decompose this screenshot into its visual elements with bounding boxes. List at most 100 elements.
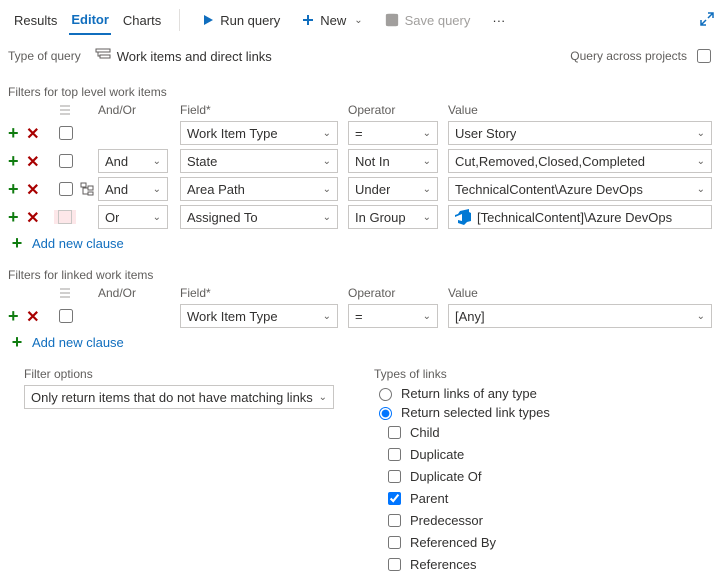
expand-button[interactable] — [700, 12, 714, 29]
field-select[interactable]: Work Item Type ⌄ — [180, 121, 338, 145]
tab-charts[interactable]: Charts — [121, 7, 163, 34]
link-type-checkbox[interactable] — [388, 558, 401, 571]
azure-devops-icon — [455, 209, 471, 225]
group-checkbox[interactable] — [54, 123, 76, 143]
link-type-label: Predecessor — [410, 513, 483, 528]
operator-select[interactable]: = ⌄ — [348, 121, 438, 145]
chevron-down-icon: ⌄ — [423, 212, 431, 223]
field-select[interactable]: Area Path ⌄ — [180, 177, 338, 201]
link-type-checkbox[interactable] — [388, 448, 401, 461]
more-actions-button[interactable]: ··· — [486, 9, 511, 32]
clause-row: + ✕ Or ⌄ Assigned To ⌄ In Group ⌄ [Techn… — [0, 203, 726, 231]
operator-select[interactable]: Not In ⌄ — [348, 149, 438, 173]
link-type-checkbox[interactable] — [388, 536, 401, 549]
add-clause-label: Add new clause — [32, 335, 124, 350]
group-icon — [54, 288, 76, 298]
chevron-down-icon: ⌄ — [697, 311, 705, 322]
new-button[interactable]: New ⌄ — [296, 9, 368, 32]
andor-select[interactable]: And ⌄ — [98, 149, 168, 173]
save-icon — [385, 13, 399, 27]
clause-row: + ✕ And ⌄ State ⌄ Not In ⌄ Cut,Removed,C… — [0, 147, 726, 175]
group-checkbox[interactable] — [54, 179, 76, 199]
clause-row: + ✕ Work Item Type ⌄ = ⌄ [Any] ⌄ — [0, 302, 726, 330]
add-clause-icon[interactable]: + — [8, 123, 19, 143]
run-query-button[interactable]: Run query — [196, 9, 286, 32]
add-clause-linked[interactable]: + Add new clause — [0, 330, 124, 359]
andor-select[interactable]: And ⌄ — [98, 177, 168, 201]
chevron-down-icon: ⌄ — [153, 156, 161, 167]
linked-filters-caption: Filters for linked work items — [0, 260, 726, 284]
remove-clause-icon[interactable]: ✕ — [26, 182, 39, 199]
remove-clause-icon[interactable]: ✕ — [26, 154, 39, 171]
group-checkbox[interactable] — [54, 210, 76, 224]
tab-editor[interactable]: Editor — [69, 6, 111, 35]
field-select[interactable]: State ⌄ — [180, 149, 338, 173]
plus-icon — [302, 14, 314, 26]
link-type-checkbox[interactable] — [388, 426, 401, 439]
clause-row: + ✕ And ⌄ Area Path ⌄ Under ⌄ TechnicalC… — [0, 175, 726, 203]
radio-any-type[interactable] — [379, 388, 392, 401]
filter-options-select[interactable]: Only return items that do not have match… — [24, 385, 334, 409]
bottom-options: Filter options Only return items that do… — [0, 359, 726, 585]
link-type-label: Child — [410, 425, 440, 440]
chevron-down-icon: ⌄ — [423, 184, 431, 195]
link-type-label: Duplicate Of — [410, 469, 482, 484]
tab-results[interactable]: Results — [12, 7, 59, 34]
link-type-checkbox[interactable] — [388, 492, 401, 505]
link-type-label: Referenced By — [410, 535, 496, 550]
value-select[interactable]: [Any] ⌄ — [448, 304, 712, 328]
radio-any-label: Return links of any type — [401, 386, 537, 401]
chevron-down-icon: ⌄ — [423, 128, 431, 139]
value-select[interactable]: Cut,Removed,Closed,Completed ⌄ — [448, 149, 712, 173]
operator-select[interactable]: = ⌄ — [348, 304, 438, 328]
top-filters-header: And/Or Field* Operator Value — [0, 101, 726, 119]
remove-clause-icon[interactable]: ✕ — [26, 210, 39, 227]
types-of-links-caption: Types of links — [374, 367, 550, 381]
header-operator: Operator — [348, 103, 448, 117]
value-select[interactable]: TechnicalContent\Azure DevOps ⌄ — [448, 177, 712, 201]
more-label: ··· — [492, 13, 505, 28]
chevron-down-icon: ⌄ — [319, 392, 327, 403]
chevron-down-icon: ⌄ — [423, 311, 431, 322]
chevron-down-icon: ⌄ — [323, 156, 331, 167]
header-andor: And/Or — [98, 286, 180, 300]
header-value: Value — [448, 103, 718, 117]
add-clause-icon[interactable]: + — [8, 207, 19, 227]
header-operator: Operator — [348, 286, 448, 300]
tree-icon[interactable] — [76, 182, 98, 196]
field-select[interactable]: Work Item Type ⌄ — [180, 304, 338, 328]
link-type-checkbox[interactable] — [388, 514, 401, 527]
chevron-down-icon: ⌄ — [153, 212, 161, 223]
toolbar: Results Editor Charts Run query New ⌄ Sa… — [0, 0, 726, 40]
add-clause-top[interactable]: + Add new clause — [0, 231, 124, 260]
link-type-label: References — [410, 557, 476, 572]
expand-icon — [700, 12, 714, 26]
value-input[interactable]: [TechnicalContent]\Azure DevOps — [448, 205, 712, 229]
query-type-value[interactable]: Work items and direct links — [117, 49, 272, 64]
chevron-down-icon: ⌄ — [697, 184, 705, 195]
operator-select[interactable]: Under ⌄ — [348, 177, 438, 201]
chevron-down-icon: ⌄ — [697, 128, 705, 139]
chevron-down-icon: ⌄ — [423, 156, 431, 167]
radio-selected-types[interactable] — [379, 407, 392, 420]
remove-clause-icon[interactable]: ✕ — [26, 309, 39, 326]
chevron-down-icon: ⌄ — [323, 212, 331, 223]
field-select[interactable]: Assigned To ⌄ — [180, 205, 338, 229]
add-clause-icon[interactable]: + — [8, 151, 19, 171]
group-checkbox[interactable] — [54, 306, 76, 326]
filter-options-value: Only return items that do not have match… — [31, 390, 313, 405]
direct-links-icon — [95, 48, 111, 65]
link-type-checkbox[interactable] — [388, 470, 401, 483]
value-select[interactable]: User Story ⌄ — [448, 121, 712, 145]
chevron-down-icon: ⌄ — [153, 184, 161, 195]
add-clause-icon[interactable]: + — [8, 179, 19, 199]
operator-select[interactable]: In Group ⌄ — [348, 205, 438, 229]
andor-select[interactable]: Or ⌄ — [98, 205, 168, 229]
plus-icon: + — [8, 233, 26, 254]
remove-clause-icon[interactable]: ✕ — [26, 126, 39, 143]
add-clause-icon[interactable]: + — [8, 306, 19, 326]
cross-projects-checkbox[interactable] — [697, 49, 711, 63]
header-value: Value — [448, 286, 718, 300]
save-query-label: Save query — [405, 13, 471, 28]
group-checkbox[interactable] — [54, 151, 76, 171]
